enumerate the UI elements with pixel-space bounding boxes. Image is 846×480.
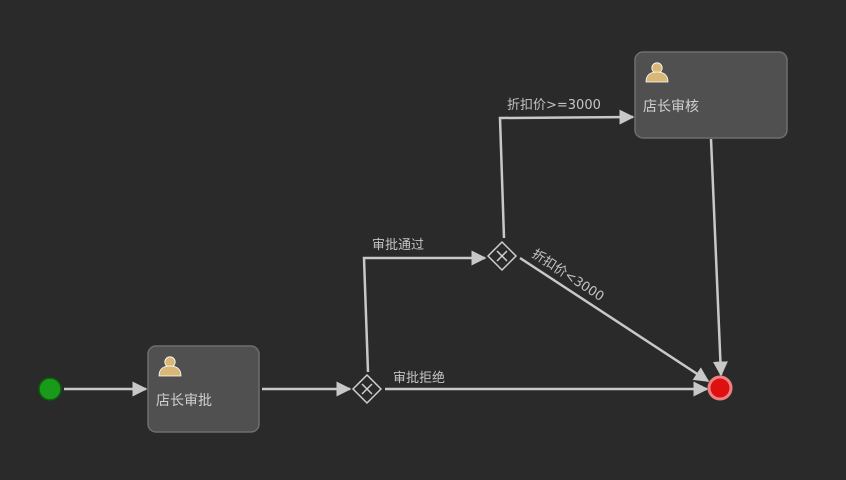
task-manager-review[interactable]: 店长审核 — [634, 51, 788, 139]
task-manager-approve[interactable]: 店长审批 — [147, 345, 260, 433]
flow-discount-low[interactable] — [519, 256, 710, 383]
flow-discount-high[interactable] — [498, 109, 635, 239]
process-diagram: 审批通过 审批拒绝 折扣价>=3000 折扣价<3000 店长审批 店长审核 — [38, 51, 788, 433]
task-label: 店长审核 — [643, 99, 699, 115]
flow-label-discount-high: 折扣价>=3000 — [507, 98, 601, 113]
flow-label-approved: 审批通过 — [372, 238, 424, 253]
flow-review-to-end[interactable] — [709, 138, 728, 377]
end-event[interactable] — [707, 375, 733, 401]
flow-label-discount-low: 折扣价<3000 — [529, 247, 607, 305]
exclusive-gateway-approval[interactable] — [351, 373, 383, 405]
flow-approved[interactable] — [362, 250, 487, 373]
task-box — [147, 345, 260, 433]
task-label: 店长审批 — [156, 393, 212, 409]
exclusive-gateway-discount[interactable] — [486, 240, 518, 272]
flow-label-rejected: 审批拒绝 — [393, 370, 445, 386]
process-diagram-canvas: 审批通过 审批拒绝 折扣价>=3000 折扣价<3000 店长审批 店长审核 — [0, 0, 846, 480]
start-event[interactable] — [38, 377, 62, 401]
